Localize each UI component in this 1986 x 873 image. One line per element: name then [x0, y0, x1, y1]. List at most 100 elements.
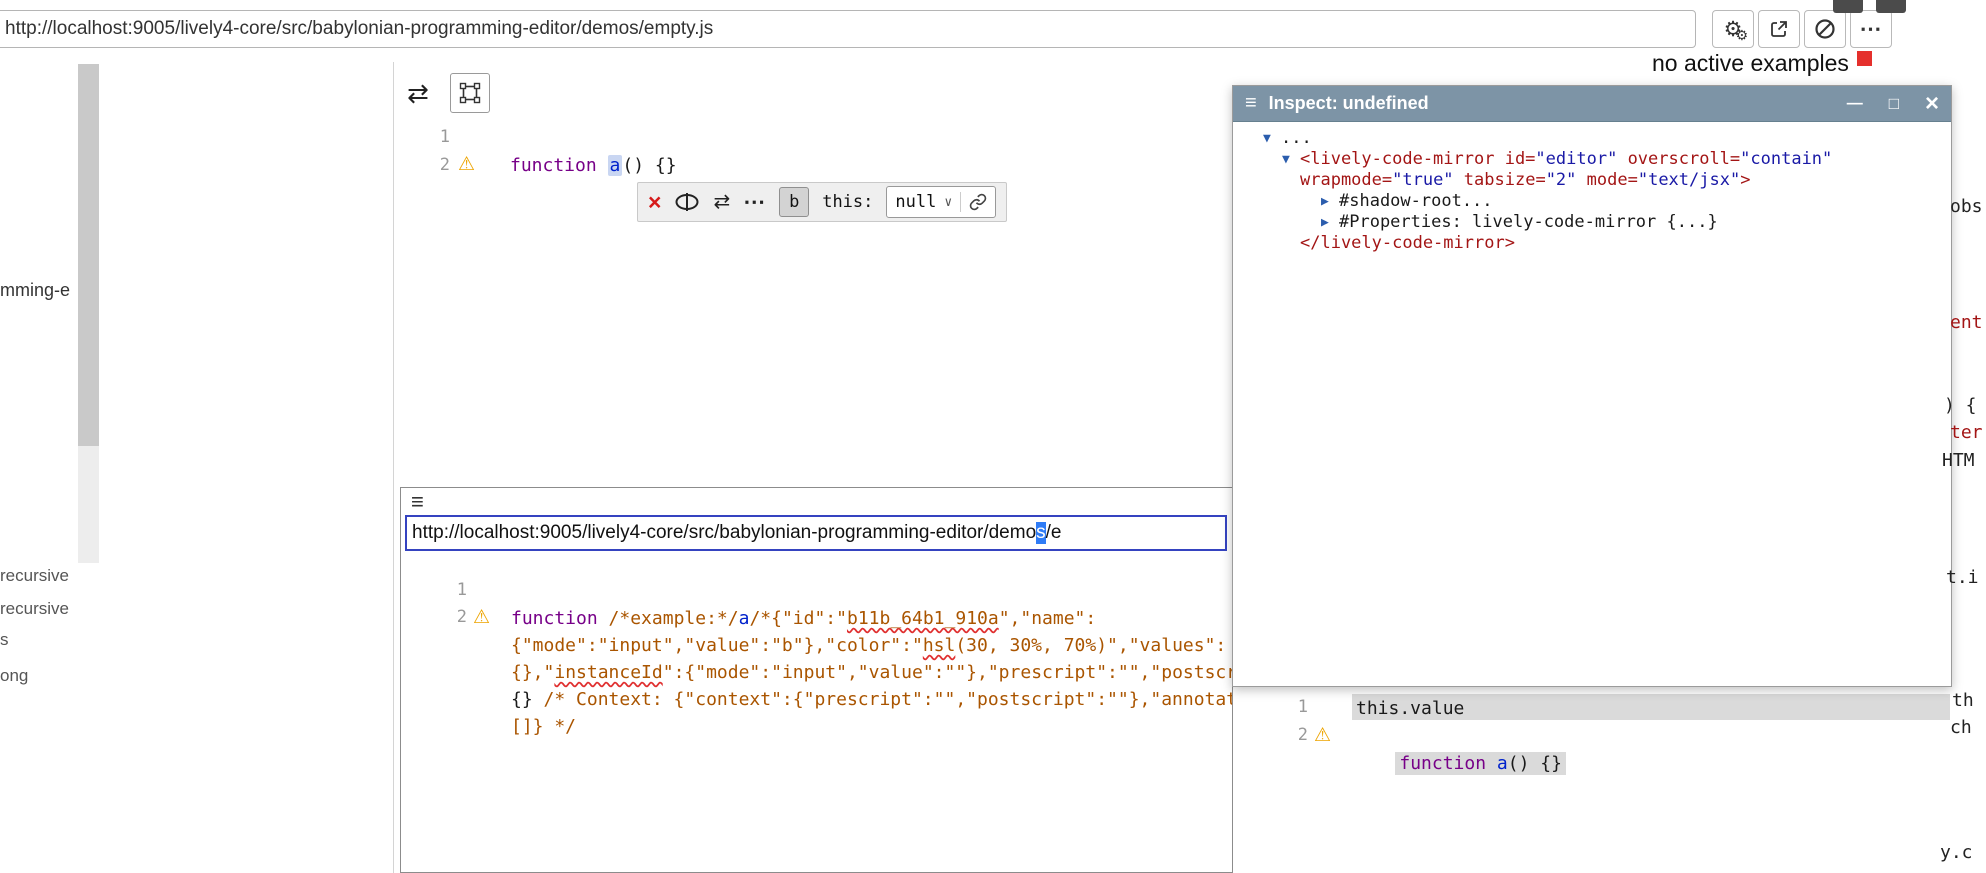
red-indicator-badge	[1857, 51, 1872, 66]
clipped-text: ong	[0, 666, 28, 686]
inspector-titlebar[interactable]: ≡ Inspect: undefined — □ ×	[1233, 86, 1951, 122]
chevron-down-icon: ∨	[944, 195, 952, 210]
mini-editor-line[interactable]: function a() {}	[1352, 723, 1566, 804]
tree-node[interactable]: </lively-code-mirror>	[1233, 233, 1951, 254]
editor2-window: ≡ http://localhost:9005/lively4-core/src…	[400, 487, 1233, 873]
lively-desktop: { "chrome": { "url": "http://localhost:9…	[0, 0, 1986, 873]
clipped-text: HTM	[1942, 450, 1975, 471]
address-bar[interactable]: http://localhost:9005/lively4-core/src/b…	[0, 10, 1696, 48]
widget-more-button[interactable]: ⋯	[743, 189, 766, 215]
editor2-code-row[interactable]: {},"instanceId":{"mode":"input","value":…	[511, 659, 1233, 686]
hamburger-icon: ≡	[1245, 92, 1257, 114]
clipped-text: th	[1952, 690, 1974, 711]
clipped-text: t.i	[1946, 567, 1979, 588]
tree-node-wrap[interactable]: wrapmode="true" tabsize="2" mode="text/j…	[1233, 170, 1951, 191]
clipped-text: ent	[1950, 312, 1983, 333]
expand-arrow-icon[interactable]: ▶	[1321, 191, 1339, 212]
window-controls: — □ ×	[1847, 92, 1939, 116]
window-button-1[interactable]	[1833, 0, 1863, 13]
inspector-menu-button[interactable]: ≡	[1245, 92, 1257, 115]
warning-icon: ⚠	[458, 155, 475, 174]
mini-editor: 1 2 ⚠ this.value function a() {}	[1270, 688, 1952, 868]
editor2-code-row[interactable]: {"mode":"input","value":"b"},"color":"hs…	[511, 632, 1226, 659]
pane-divider	[393, 62, 394, 873]
expand-arrow-icon[interactable]: ▼	[1263, 128, 1281, 149]
editor2-code-row[interactable]: []} */	[511, 713, 576, 740]
this-label: this:	[822, 192, 873, 212]
line-number: 1	[428, 127, 450, 147]
warning-icon: ⚠	[473, 608, 490, 627]
minimize-icon: —	[1847, 95, 1863, 112]
line-number: 2	[1286, 725, 1308, 745]
example-name-button[interactable]: b	[779, 187, 809, 217]
block-icon	[1814, 18, 1836, 40]
more-button[interactable]: ⋯	[1850, 10, 1892, 48]
minimize-button[interactable]: —	[1847, 95, 1863, 113]
url-text-selected: s	[1036, 522, 1046, 544]
clipped-text: recursive	[0, 599, 69, 619]
editor2-code-row[interactable]: function /*example:*/a/*{"id":"b11b_64b1…	[511, 605, 1096, 632]
clipped-text: s	[0, 630, 9, 650]
address-url-text: http://localhost:9005/lively4-core/src/b…	[5, 18, 713, 40]
swap-button[interactable]: ⇄	[398, 74, 438, 112]
external-link-icon	[1769, 19, 1789, 39]
block-button[interactable]	[1804, 10, 1846, 48]
expand-arrow-icon[interactable]: ▼	[1282, 149, 1300, 170]
clipped-text: mming-e	[0, 280, 70, 301]
swap-arrows-icon: ⇄	[407, 78, 429, 109]
clipped-text: recursive	[0, 566, 69, 586]
line-number: 1	[1286, 697, 1308, 717]
editor1-code-line[interactable]: function a() {}	[510, 152, 677, 179]
selected-value: null	[895, 192, 936, 212]
gears-icon: ⚙⚙	[1724, 19, 1743, 40]
expand-arrow-icon[interactable]: ▶	[1321, 212, 1339, 233]
link-icon[interactable]	[969, 193, 987, 211]
close-icon: ×	[648, 189, 661, 215]
clipped-text: ) {	[1944, 395, 1977, 416]
ellipsis-icon: ⋯	[1860, 16, 1883, 42]
url-input[interactable]: http://localhost:9005/lively4-core/src/b…	[405, 515, 1227, 551]
clipped-text: y.c	[1940, 842, 1973, 863]
example-widget: × ⇄ ⋯ b this: null ∨	[637, 182, 1007, 222]
line-number: 1	[445, 580, 467, 600]
tree-node[interactable]: ▼...	[1233, 128, 1951, 149]
this-value-select[interactable]: null ∨	[886, 186, 996, 218]
url-text-before: http://localhost:9005/lively4-core/src/b…	[412, 522, 1036, 544]
delete-example-button[interactable]: ×	[648, 191, 661, 214]
tree-node[interactable]: ▼<lively-code-mirror id="editor" overscr…	[1233, 149, 1951, 170]
maximize-icon: □	[1889, 94, 1899, 113]
maximize-button[interactable]: □	[1889, 94, 1899, 114]
open-external-button[interactable]	[1758, 10, 1800, 48]
inspector-title: Inspect: undefined	[1269, 93, 1429, 114]
line-number: 2	[428, 155, 450, 175]
clipped-text: ch	[1950, 717, 1972, 738]
scrollbar-thumb[interactable]	[78, 64, 99, 446]
tree-node[interactable]: ▶#Properties: lively-code-mirror {...}	[1233, 212, 1951, 233]
hamburger-icon: ≡	[411, 489, 424, 514]
inspector-window: ≡ Inspect: undefined — □ × ▼... ▼<lively…	[1232, 85, 1952, 687]
tree-node[interactable]: ▶#shadow-root...	[1233, 191, 1951, 212]
window-button-2[interactable]	[1876, 0, 1906, 13]
inspector-tree: ▼... ▼<lively-code-mirror id="editor" ov…	[1233, 122, 1951, 254]
line-number: 2	[445, 607, 467, 627]
mini-editor-line[interactable]: this.value	[1356, 695, 1464, 722]
divider	[960, 192, 961, 212]
url-text-after: /e	[1046, 522, 1062, 544]
selection-box-icon	[459, 82, 481, 104]
probe-icon	[674, 192, 700, 212]
editor2-code-row[interactable]: {} /* Context: {"context":{"prescript":"…	[511, 686, 1233, 713]
status-text: no active examples	[1652, 50, 1849, 77]
clipped-text: obs	[1950, 196, 1983, 217]
window-menu-button[interactable]: ≡	[411, 489, 424, 515]
swap-example-button[interactable]: ⇄	[713, 192, 730, 212]
select-box-button[interactable]	[450, 73, 490, 113]
highlighted-code: function a() {}	[1395, 752, 1566, 775]
no-active-examples-label: no active examples	[1652, 50, 1872, 77]
swap-arrows-icon: ⇄	[713, 192, 730, 212]
ellipsis-icon: ⋯	[743, 189, 766, 214]
clipped-text: ter	[1950, 422, 1983, 443]
close-button[interactable]: ×	[1925, 92, 1939, 116]
warning-icon: ⚠	[1314, 726, 1331, 745]
probe-toggle-button[interactable]	[674, 192, 700, 212]
settings-button[interactable]: ⚙⚙	[1712, 10, 1754, 48]
